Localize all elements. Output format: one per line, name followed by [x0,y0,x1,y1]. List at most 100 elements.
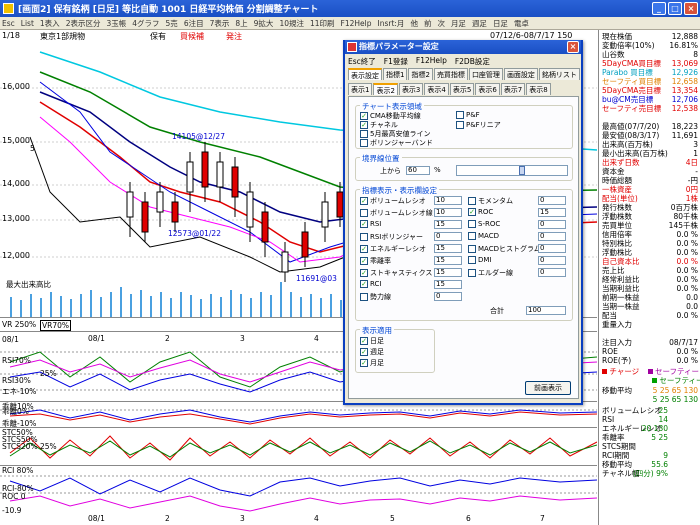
checkbox[interactable]: ✓ [360,337,368,345]
close-button[interactable]: × [684,2,698,15]
indicator-value-input[interactable]: 0 [434,292,462,301]
menu-item[interactable]: Esc [2,19,15,28]
checkbox[interactable]: ✓ [360,245,368,253]
checkbox-option[interactable]: モメンタム [468,196,513,206]
indicator-value-input[interactable]: 10 [434,208,462,217]
checkbox[interactable] [360,293,368,301]
checkbox-option[interactable]: MACDヒストグラム [468,244,541,254]
checkbox[interactable]: ✓ [360,197,368,205]
checkbox-option[interactable]: ✓ 週足 [360,347,384,357]
checkbox-option[interactable]: ✓ RSI [360,220,381,228]
dialog-menu-item[interactable]: F2DB設定 [455,56,490,67]
checkbox-option[interactable]: S-ROC [468,220,500,228]
indicator-value-input[interactable]: 0 [538,256,566,265]
checkbox[interactable]: ✓ [360,359,368,367]
checkbox[interactable] [456,121,464,129]
checkbox-option[interactable]: P&Fリニア [456,120,501,130]
tab-sub[interactable]: 表示8 [526,83,551,95]
checkbox[interactable] [360,130,368,138]
indicator-value-input[interactable]: 0 [538,244,566,253]
tab-sub[interactable]: 表示5 [449,83,475,95]
menu-item[interactable]: 11印刷 [310,18,335,29]
checkbox[interactable] [468,232,476,240]
checkbox-option[interactable]: ✓ ボリュームレシオ [360,196,426,206]
tab-main[interactable]: 画面設定 [503,68,538,80]
menu-item[interactable]: 4グラフ [132,18,159,29]
tab-sub[interactable]: 表示4 [424,83,449,95]
menu-item[interactable]: 10規注 [279,18,304,29]
menu-item[interactable]: List [21,19,34,28]
dialog-menu-item[interactable]: Esc終了 [348,56,376,67]
tab-main[interactable]: 表示設定 [348,68,382,80]
menu-item[interactable]: 5売 [166,18,178,29]
tab-main[interactable]: 指標1 [383,68,408,80]
tab-sub[interactable]: 表示6 [475,83,500,95]
checkbox-option[interactable]: ボリンジャーバンド [360,138,433,148]
checkbox[interactable] [360,209,368,217]
checkbox[interactable]: ✓ [360,112,368,120]
checkbox[interactable] [468,256,476,264]
checkbox-option[interactable]: RSIボリンジャー [360,232,423,242]
menu-item[interactable]: 2表示区分 [66,18,101,29]
indicator-value-input[interactable]: 0 [538,220,566,229]
checkbox-option[interactable]: P&F [456,111,480,119]
menu-item[interactable]: 週足 [472,18,487,29]
border-value-input[interactable]: 60 [406,166,430,175]
dialog-title-bar[interactable]: 指標パラメーター設定 × [345,40,581,54]
indicator-value-input[interactable]: 0 [538,232,566,241]
indicator-value-input[interactable]: 0 [434,232,462,241]
menu-item[interactable]: 6注目 [184,18,204,29]
indicator-value-input[interactable]: 0 [538,196,566,205]
menu-item[interactable]: Insrt:月 [378,18,405,29]
border-slider-thumb[interactable] [519,166,526,175]
tab-sub[interactable]: 表示3 [398,83,424,95]
checkbox[interactable]: ✓ [468,208,476,216]
menu-item[interactable]: 7表示 [210,18,230,29]
tab-sub[interactable]: 表示2 [373,83,398,95]
checkbox[interactable]: ✓ [360,280,368,288]
checkbox-option[interactable]: エルダー線 [468,268,513,278]
checkbox[interactable] [360,233,368,241]
tab-main[interactable]: 指標2 [408,68,433,80]
indicator-value-input[interactable]: 15 [434,256,462,265]
dialog-menu-item[interactable]: F1登録 [384,56,408,67]
prev-screen-button[interactable]: 前画表示 [525,381,571,395]
checkbox[interactable]: ✓ [360,348,368,356]
indicator-value-input[interactable]: 10 [434,196,462,205]
indicator-value-input[interactable]: 0 [538,268,566,277]
tab-sub[interactable]: 表示7 [500,83,526,95]
menu-item[interactable]: 次 [437,18,445,29]
checkbox-option[interactable]: ✓ RCI [360,280,381,288]
menu-item[interactable]: 8上 [235,18,247,29]
menu-item[interactable]: 日足 [493,18,508,29]
checkbox-option[interactable]: DMI [468,256,492,264]
tab-main[interactable]: 売買指標 [433,68,468,80]
indicator-value-input[interactable]: 15 [434,268,462,277]
menu-item[interactable]: 1表入 [40,18,60,29]
menu-item[interactable]: 9拡大 [254,18,274,29]
checkbox-option[interactable]: ✓ 乖離率 [360,256,391,266]
tab-sub[interactable]: 表示1 [348,83,373,95]
dialog-close-button[interactable]: × [567,41,579,53]
minimize-button[interactable]: _ [652,2,666,15]
dialog-menu-item[interactable]: F12Help [416,56,447,67]
kairi-panel[interactable]: 乖離10% 乖離0% 乖離-10% [0,402,597,428]
checkbox[interactable] [360,139,368,147]
indicator-value-input[interactable]: 15 [538,208,566,217]
border-slider[interactable] [456,165,568,176]
checkbox[interactable] [468,197,476,205]
stochastics-panel[interactable]: STC50% STCS50% STCS20% 25% [0,428,597,466]
checkbox-option[interactable]: ✓ エネルギーレシオ [360,244,426,254]
checkbox-option[interactable]: ✓ ROC [468,208,493,216]
rci-roc-panel[interactable]: RCI 80% RCI-80% ROC 0 -10.9 08/1 2 3 4 5… [0,466,597,525]
menu-item[interactable]: 電卓 [514,18,529,29]
checkbox[interactable] [468,269,476,277]
checkbox[interactable]: ✓ [360,220,368,228]
checkbox-option[interactable]: ボリュームレシオ線 [360,208,433,218]
checkbox-option[interactable]: 勢力線 [360,292,391,302]
checkbox[interactable] [468,220,476,228]
menu-item[interactable]: F12Help [341,19,372,28]
indicator-value-input[interactable]: 15 [434,220,462,229]
checkbox[interactable] [456,111,464,119]
checkbox-option[interactable]: ✓ 月足 [360,358,384,368]
